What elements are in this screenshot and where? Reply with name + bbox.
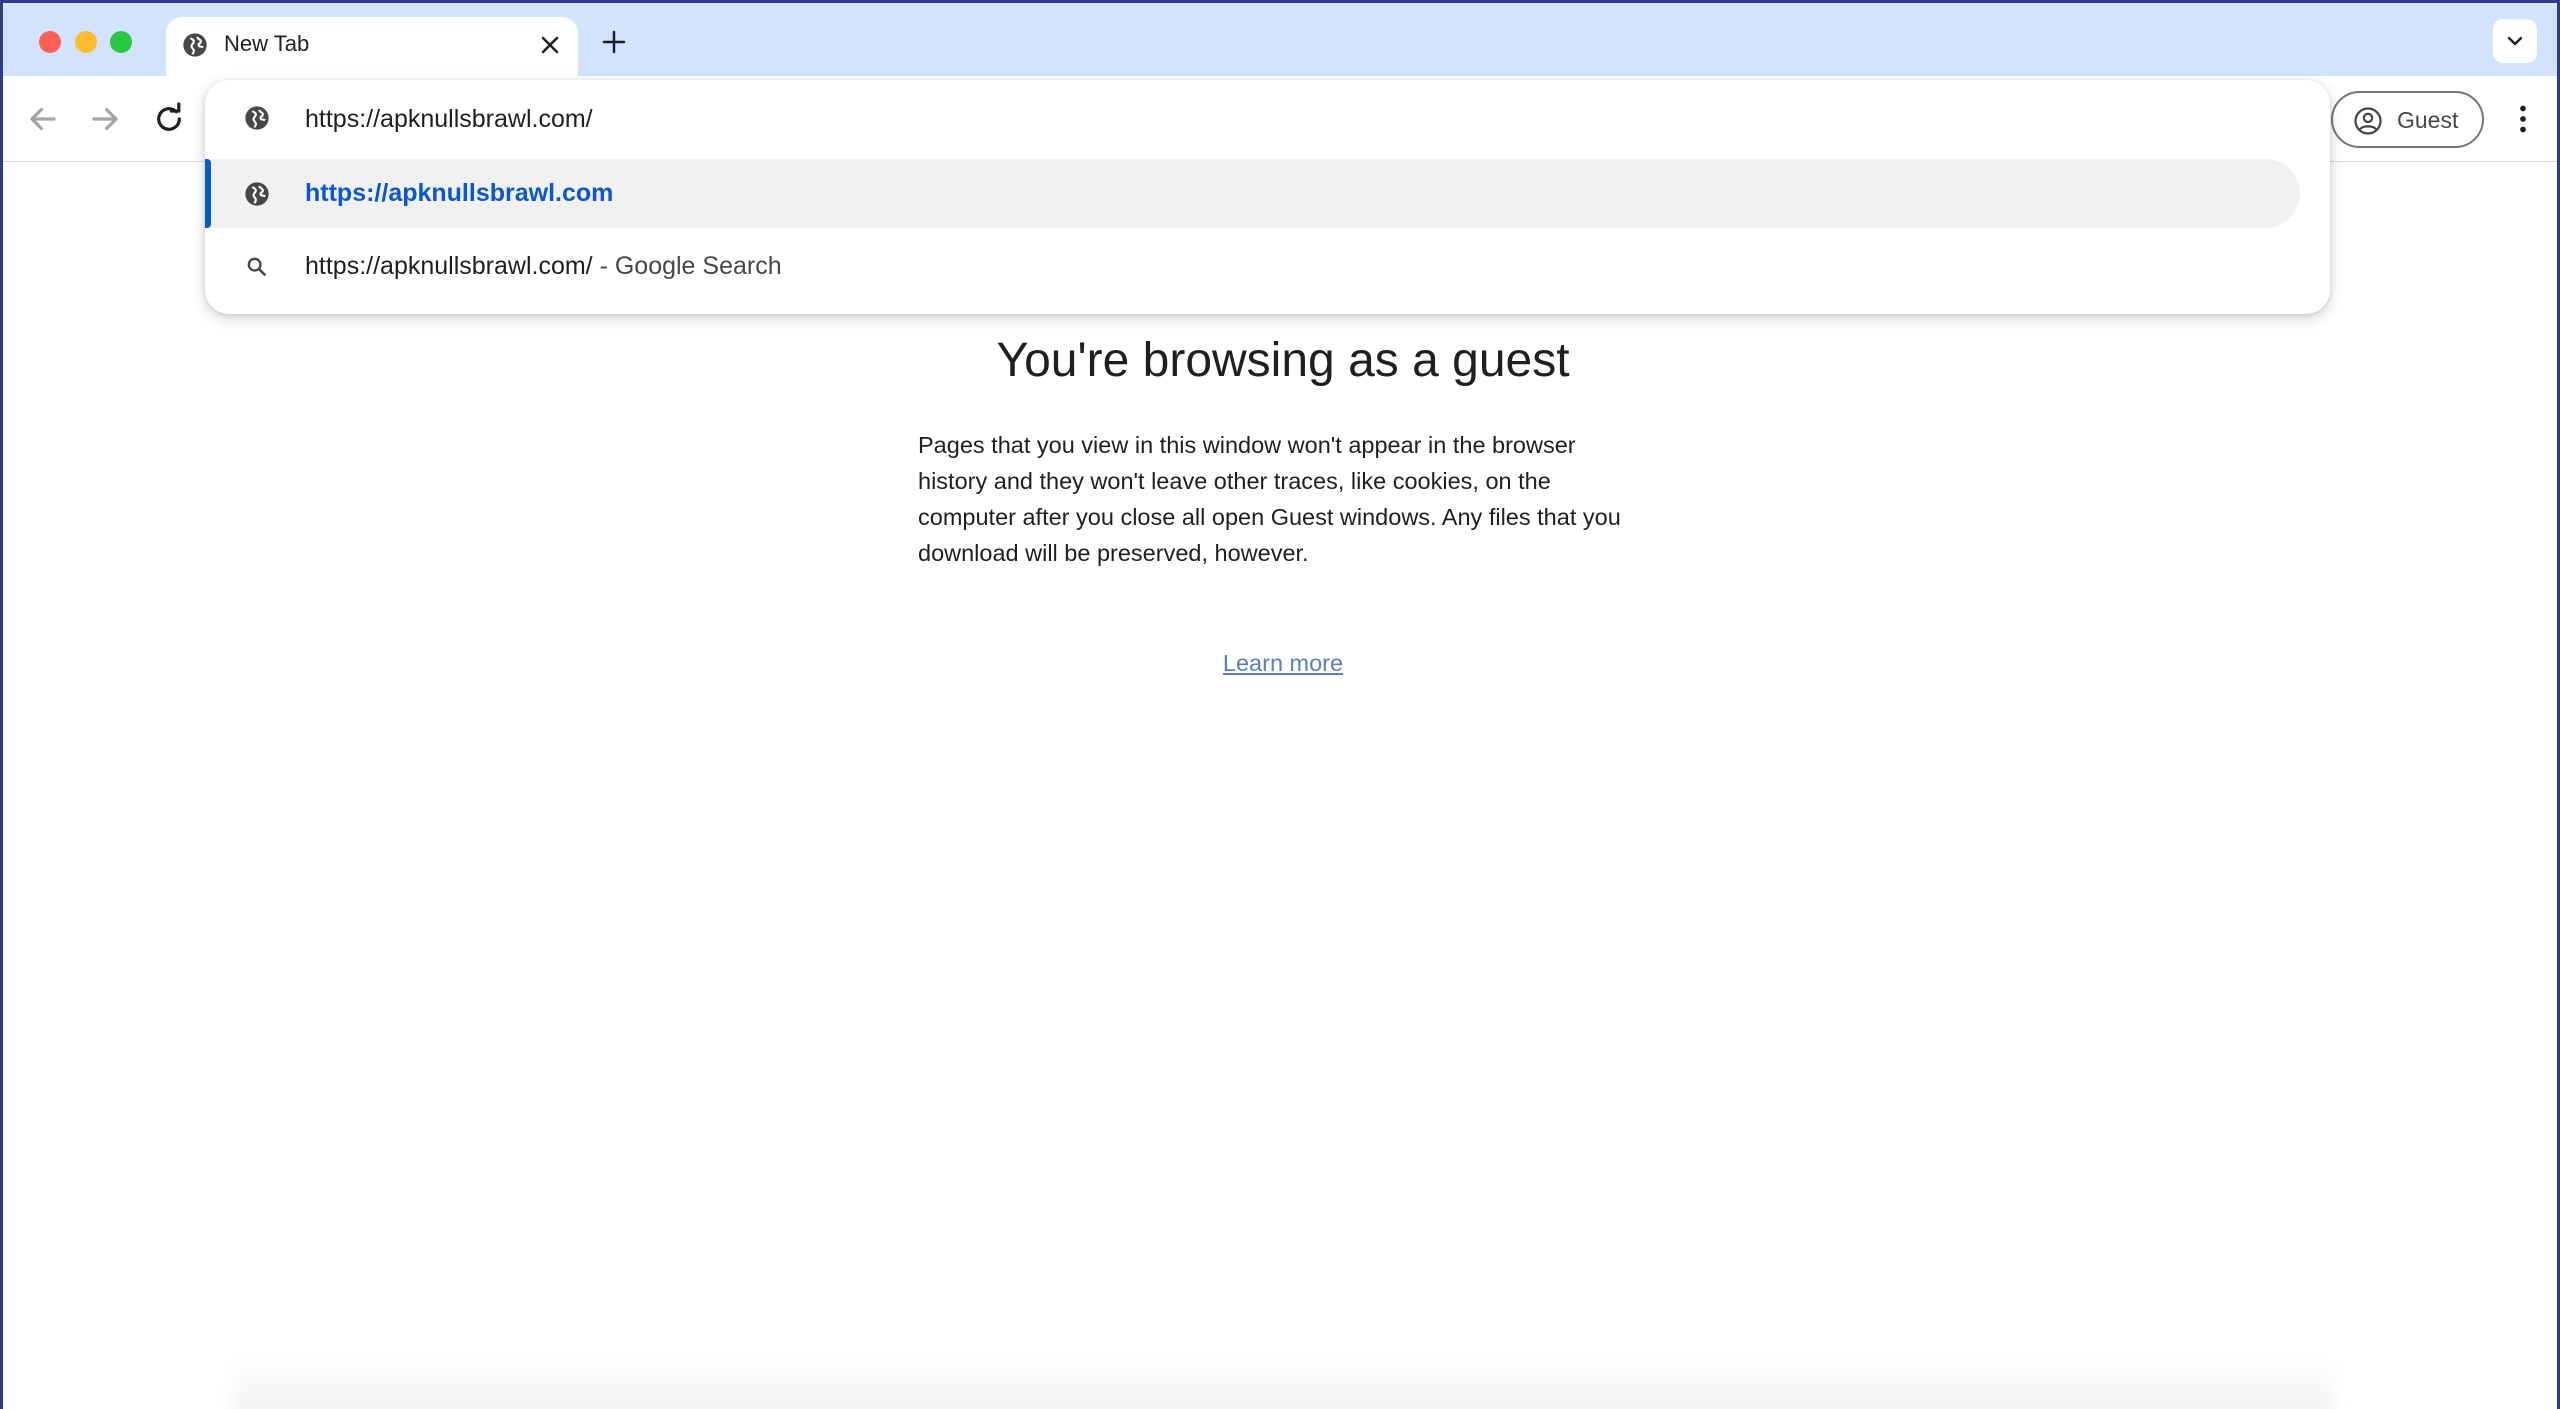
close-window-button[interactable] bbox=[39, 31, 61, 53]
tab-strip: New Tab bbox=[3, 3, 2557, 78]
tab-new-tab[interactable]: New Tab bbox=[166, 17, 578, 78]
profile-label: Guest bbox=[2397, 107, 2459, 133]
learn-more-container: Learn more bbox=[3, 648, 2560, 678]
maximize-window-button[interactable] bbox=[110, 31, 132, 53]
reload-button[interactable] bbox=[150, 100, 188, 138]
bottom-shadow bbox=[233, 1358, 2333, 1409]
omnibox-dropdown: https://apknullsbrawl.com/ https://apknu… bbox=[205, 80, 2330, 314]
globe-icon bbox=[243, 180, 271, 208]
page-title: You're browsing as a guest bbox=[996, 334, 1570, 387]
suggestion-search-query: https://apknullsbrawl.com/ bbox=[305, 252, 593, 280]
suggestion-search-text: https://apknullsbrawl.com/ - Google Sear… bbox=[305, 250, 782, 282]
page-description: Pages that you view in this window won't… bbox=[918, 432, 1621, 566]
new-tab-button[interactable] bbox=[599, 27, 629, 57]
profile-button[interactable]: Guest bbox=[2331, 91, 2484, 148]
arrow-right-icon bbox=[92, 107, 118, 131]
back-button[interactable] bbox=[24, 100, 62, 138]
selection-indicator bbox=[205, 159, 211, 228]
address-input[interactable]: https://apknullsbrawl.com/ bbox=[305, 103, 593, 135]
suggestion-search-suffix: - Google Search bbox=[599, 252, 782, 280]
browser-window: New Tab Guest https://apknullsbrawl.com/… bbox=[0, 0, 2560, 1409]
chevron-down-icon bbox=[2507, 36, 2523, 46]
suggestion-search[interactable]: https://apknullsbrawl.com/ - Google Sear… bbox=[205, 232, 2300, 301]
tab-search-button[interactable] bbox=[2493, 19, 2537, 63]
guest-page: You're browsing as a guest Pages that yo… bbox=[3, 163, 2557, 1409]
address-bar[interactable]: https://apknullsbrawl.com/ bbox=[205, 80, 2330, 156]
globe-icon bbox=[181, 31, 209, 59]
more-menu-button[interactable] bbox=[2505, 100, 2541, 138]
suggestion-url[interactable]: https://apknullsbrawl.com bbox=[205, 159, 2300, 228]
search-icon bbox=[243, 253, 271, 281]
minimize-window-button[interactable] bbox=[75, 31, 97, 53]
tab-title: New Tab bbox=[224, 31, 310, 56]
arrow-left-icon bbox=[30, 107, 56, 131]
forward-button[interactable] bbox=[86, 100, 124, 138]
globe-icon bbox=[243, 104, 271, 132]
more-vert-icon bbox=[2520, 105, 2526, 133]
close-tab-icon[interactable] bbox=[536, 31, 564, 59]
reload-icon bbox=[157, 102, 181, 131]
account-circle-icon bbox=[2354, 107, 2382, 135]
learn-more-link[interactable]: Learn more bbox=[1223, 650, 1343, 676]
suggestion-url-text: https://apknullsbrawl.com bbox=[305, 179, 614, 207]
